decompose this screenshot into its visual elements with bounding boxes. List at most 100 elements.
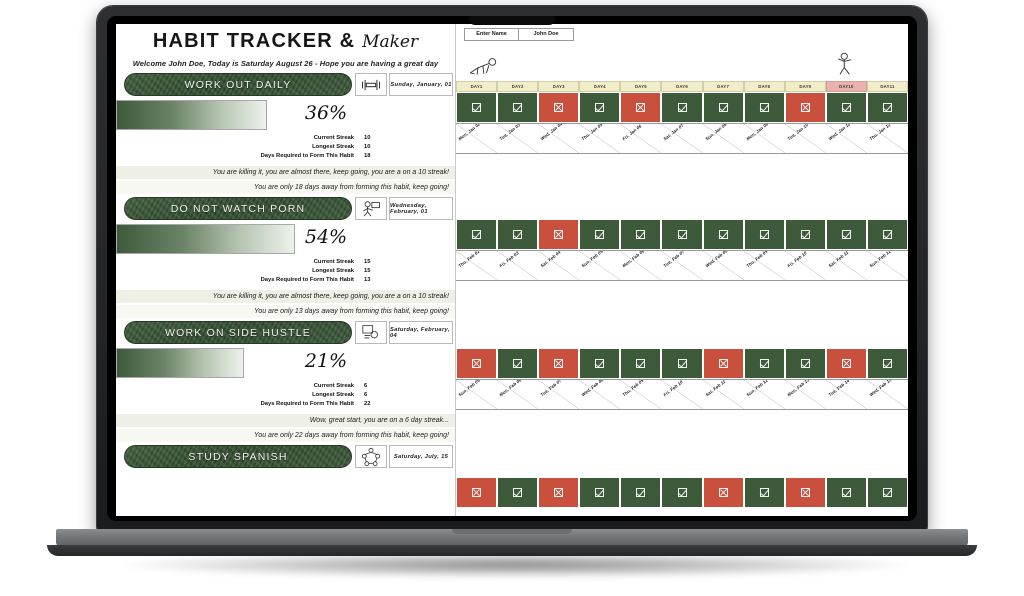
- streak-message: You are killing it, you are almost there…: [116, 166, 455, 179]
- check-icon: [800, 359, 810, 368]
- habit-start-date[interactable]: Sunday, January, 01: [389, 73, 453, 96]
- habit-cell-missed[interactable]: [825, 348, 867, 379]
- date-label-row: Sun, Feb 05 Mon, Feb 06 Tue, Feb 07 Wed, Fe…: [456, 379, 908, 410]
- habit-cell-done[interactable]: [661, 477, 703, 508]
- screen: HABIT TRACKER & Maker Welcome John Doe, …: [116, 24, 908, 516]
- laptop-base-notch: [452, 529, 572, 534]
- grid-spacer: [456, 281, 908, 348]
- habit-cell-done[interactable]: [456, 92, 498, 123]
- habit-cell-done[interactable]: [866, 92, 908, 123]
- habit-cell-done[interactable]: [866, 219, 908, 250]
- habit-cell-done[interactable]: [661, 92, 703, 123]
- habit-cell-done[interactable]: [620, 219, 662, 250]
- habit-cell-done[interactable]: [702, 92, 744, 123]
- habit-cell-missed[interactable]: [620, 92, 662, 123]
- habit-cell-missed[interactable]: [702, 477, 744, 508]
- stat-label: Current Streak: [313, 383, 354, 389]
- habit-cell-done[interactable]: [456, 219, 498, 250]
- habit-start-date[interactable]: Wednesday, February, 01: [389, 197, 453, 220]
- name-entry-value[interactable]: John Doe: [519, 28, 574, 41]
- cross-icon: [800, 488, 810, 497]
- habit-cell-done[interactable]: [620, 348, 662, 379]
- habit-name-pill[interactable]: WORK ON SIDE HUSTLE: [124, 321, 352, 344]
- habit-cell-done[interactable]: [784, 219, 826, 250]
- day-header-row: DAY1 DAY2 DAY3 DAY4 DAY5 DAY6 DAY7 DAY8 DAY9 DAY1…: [456, 81, 908, 92]
- date-label-cell: Wed, Jan 04: [538, 124, 580, 153]
- habit-cell-done[interactable]: [579, 348, 621, 379]
- date-label-cell: Mon, Jan 09: [743, 124, 785, 153]
- habit-cell-done[interactable]: [825, 477, 867, 508]
- network-icon: [355, 445, 387, 468]
- check-icon: [759, 230, 769, 239]
- habit-cell-done[interactable]: [784, 348, 826, 379]
- stat-value: 22: [364, 401, 371, 407]
- habit-cell-missed[interactable]: [538, 348, 580, 379]
- habit-cell-done[interactable]: [866, 477, 908, 508]
- check-icon: [595, 488, 605, 497]
- habit-cell-missed[interactable]: [784, 92, 826, 123]
- cross-icon: [800, 103, 810, 112]
- habit-start-date[interactable]: Saturday, February, 04: [389, 321, 453, 344]
- right-pane: Enter Name John Doe DAY1 DAY2 DAY3 DAY4 DAY5…: [456, 24, 908, 516]
- habit-name-pill[interactable]: STUDY SPANISH: [124, 445, 352, 468]
- date-label-row: Mon, Jan 02 Tue, Jan 03 Wed, Jan 04 Thu, Ja…: [456, 123, 908, 154]
- stick-figure-pushup-icon: [470, 58, 497, 75]
- name-entry-group[interactable]: Enter Name John Doe: [464, 28, 574, 41]
- page-title: HABIT TRACKER & Maker: [116, 30, 455, 52]
- habit-mark-row: [456, 92, 908, 123]
- habit-cell-done[interactable]: [743, 477, 785, 508]
- habit-header-row: STUDY SPANISH Saturday, July, 15: [116, 442, 455, 470]
- habit-cell-missed[interactable]: [456, 348, 498, 379]
- habit-mark-row: [456, 219, 908, 250]
- habit-cell-done[interactable]: [497, 219, 539, 250]
- habit-cell-missed[interactable]: [538, 219, 580, 250]
- habit-block: DO NOT WATCH PORN Wednesday, February, 01…: [116, 194, 455, 318]
- check-icon: [882, 103, 892, 112]
- check-icon: [636, 488, 646, 497]
- habit-cell-done[interactable]: [497, 92, 539, 123]
- check-icon: [841, 103, 851, 112]
- check-icon: [841, 488, 851, 497]
- habit-start-date[interactable]: Saturday, July, 15: [389, 445, 453, 468]
- stat-label: Longest Streak: [312, 268, 354, 274]
- habit-cell-done[interactable]: [702, 219, 744, 250]
- habit-cell-done[interactable]: [579, 219, 621, 250]
- check-icon: [636, 359, 646, 368]
- habit-cell-done[interactable]: [579, 92, 621, 123]
- stat-value: 15: [364, 268, 371, 274]
- habit-cell-done[interactable]: [620, 477, 662, 508]
- habit-cell-missed[interactable]: [538, 92, 580, 123]
- completion-percent: 21%: [304, 350, 348, 372]
- stat-row-longest-streak: Longest Streak 10: [116, 143, 455, 152]
- habit-cell-missed[interactable]: [702, 348, 744, 379]
- cross-icon: [472, 488, 482, 497]
- habit-cell-done[interactable]: [825, 92, 867, 123]
- habit-cell-done[interactable]: [661, 219, 703, 250]
- stat-row-days-required: Days Required to Form This Habit 13: [116, 276, 455, 285]
- check-icon: [759, 488, 769, 497]
- day-header-cell: DAY7: [702, 81, 744, 92]
- habit-cell-missed[interactable]: [784, 477, 826, 508]
- habit-cell-done[interactable]: [579, 477, 621, 508]
- habit-cell-done[interactable]: [866, 348, 908, 379]
- habit-cell-done[interactable]: [743, 348, 785, 379]
- habit-cell-done[interactable]: [497, 477, 539, 508]
- webcam-notch: [469, 16, 555, 25]
- stat-row-current-streak: Current Streak 6: [116, 382, 455, 391]
- cross-icon: [554, 230, 564, 239]
- habit-cell-missed[interactable]: [456, 477, 498, 508]
- check-icon: [595, 230, 605, 239]
- progress-row: 21%: [116, 346, 455, 380]
- habit-name-pill[interactable]: WORK OUT DAILY: [124, 73, 352, 96]
- habit-name-pill[interactable]: DO NOT WATCH PORN: [124, 197, 352, 220]
- cross-icon: [554, 103, 564, 112]
- habit-cell-missed[interactable]: [538, 477, 580, 508]
- date-label-cell: Sun, Feb 05: [579, 251, 621, 280]
- habit-cell-done[interactable]: [743, 92, 785, 123]
- habit-cell-done[interactable]: [497, 348, 539, 379]
- date-label-cell: Wed, Feb 08: [702, 251, 744, 280]
- habit-cell-done[interactable]: [661, 348, 703, 379]
- habit-cell-done[interactable]: [825, 219, 867, 250]
- habit-cell-done[interactable]: [743, 219, 785, 250]
- day-header-cell: DAY1: [456, 81, 498, 92]
